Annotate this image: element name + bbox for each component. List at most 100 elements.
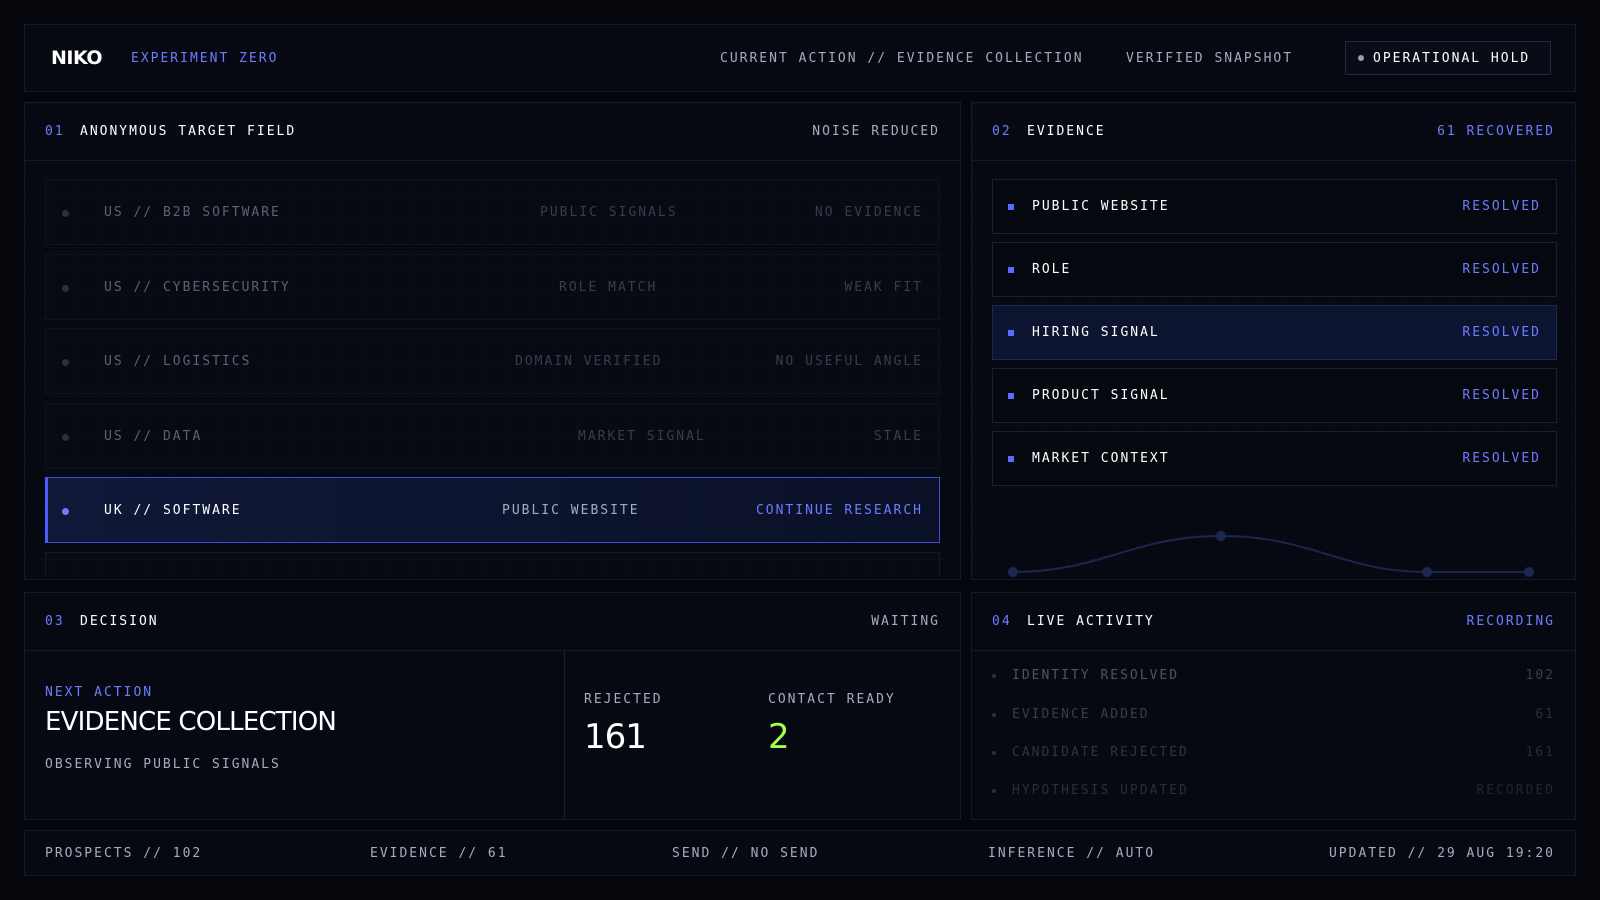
evidence-label: MARKET CONTEXT xyxy=(1032,451,1170,466)
next-action-value: EVIDENCE COLLECTION xyxy=(45,707,337,737)
activity-item: HYPOTHESIS UPDATED RECORDED xyxy=(992,782,1555,802)
panel-header: 03 DECISION WAITING xyxy=(25,593,960,651)
rejected-count: 161 xyxy=(584,717,647,757)
panel-number: 03 xyxy=(45,614,65,629)
continue-research-link[interactable]: CONTINUE RESEARCH xyxy=(756,503,923,518)
panel-status: NOISE REDUCED xyxy=(812,124,940,139)
next-action-label: NEXT ACTION xyxy=(45,685,154,700)
evidence-status: RESOLVED xyxy=(1462,388,1541,403)
square-bullet-icon xyxy=(1008,204,1014,210)
target-name: US // CYBERSECURITY xyxy=(104,280,291,295)
panel-status: RECORDING xyxy=(1466,614,1555,629)
experiment-name: EXPERIMENT ZERO xyxy=(131,51,279,66)
activity-value: RECORDED xyxy=(1476,783,1555,798)
panel-number: 01 xyxy=(45,124,65,139)
evidence-label: ROLE xyxy=(1032,262,1072,277)
activity-label: HYPOTHESIS UPDATED xyxy=(1012,783,1189,798)
contact-ready-count: 2 xyxy=(768,717,790,757)
next-action-subtitle: OBSERVING PUBLIC SIGNALS xyxy=(45,757,281,772)
target-name: US // DATA xyxy=(104,429,203,444)
panel-title: DECISION xyxy=(80,614,159,629)
row-dot-icon xyxy=(62,285,69,292)
target-name: US // LOGISTICS xyxy=(104,354,252,369)
operational-hold-label: OPERATIONAL HOLD xyxy=(1373,50,1531,66)
activity-value: 161 xyxy=(1525,745,1555,760)
panel-title: LIVE ACTIVITY xyxy=(1027,614,1155,629)
activity-value: 61 xyxy=(1535,707,1555,722)
target-row[interactable]: US // CYBERSECURITY ROLE MATCH WEAK FIT xyxy=(45,254,940,320)
row-dot-icon xyxy=(62,508,69,515)
evidence-item-highlighted[interactable]: HIRING SIGNAL RESOLVED xyxy=(992,305,1557,360)
target-signal: PUBLIC SIGNALS xyxy=(540,205,678,220)
panel-title: EVIDENCE xyxy=(1027,124,1106,139)
row-dot-icon xyxy=(62,210,69,217)
evidence-status: RESOLVED xyxy=(1462,199,1541,214)
target-result: NO USEFUL ANGLE xyxy=(775,354,923,369)
activity-item: CANDIDATE REJECTED 161 xyxy=(992,744,1555,764)
trend-point xyxy=(1008,567,1018,577)
trend-point xyxy=(1422,567,1432,577)
footer-updated: UPDATED // 29 AUG 19:20 xyxy=(1328,846,1555,861)
target-row[interactable]: US // LOGISTICS DOMAIN VERIFIED NO USEFU… xyxy=(45,328,940,394)
target-result: WEAK FIT xyxy=(844,280,923,295)
activity-dot-icon xyxy=(992,751,996,755)
target-result: NO EVIDENCE xyxy=(814,205,923,220)
square-bullet-icon xyxy=(1008,330,1014,336)
target-row[interactable]: US // DATA MARKET SIGNAL STALE xyxy=(45,403,940,469)
square-bullet-icon xyxy=(1008,393,1014,399)
evidence-status: RESOLVED xyxy=(1462,451,1541,466)
target-name: UK // SOFTWARE xyxy=(104,503,242,518)
footer-inference: INFERENCE // AUTO xyxy=(988,846,1156,861)
top-bar: NIKO EXPERIMENT ZERO CURRENT ACTION // E… xyxy=(24,24,1576,92)
activity-item: IDENTITY RESOLVED 102 xyxy=(992,667,1555,687)
row-dot-icon xyxy=(62,359,69,366)
target-result: STALE xyxy=(873,429,923,444)
evidence-item[interactable]: PUBLIC WEBSITE RESOLVED xyxy=(992,179,1557,234)
activity-value: 102 xyxy=(1525,668,1555,683)
evidence-panel: 02 EVIDENCE 61 RECOVERED PUBLIC WEBSITE … xyxy=(971,102,1576,580)
activity-dot-icon xyxy=(992,713,996,717)
target-name: US // B2B SOFTWARE xyxy=(104,205,281,220)
panel-header: 01 ANONYMOUS TARGET FIELD NOISE REDUCED xyxy=(25,103,960,161)
evidence-trend-curve xyxy=(1008,531,1534,577)
verified-snapshot: VERIFIED SNAPSHOT xyxy=(1126,51,1294,66)
panel-status: WAITING xyxy=(871,614,940,629)
square-bullet-icon xyxy=(1008,267,1014,273)
evidence-label: HIRING SIGNAL xyxy=(1032,325,1160,340)
rejected-label: REJECTED xyxy=(584,692,663,707)
status-dot-icon xyxy=(1358,55,1364,61)
operational-hold-button[interactable]: OPERATIONAL HOLD xyxy=(1345,41,1551,75)
panel-header: 02 EVIDENCE 61 RECOVERED xyxy=(972,103,1575,161)
evidence-item[interactable]: MARKET CONTEXT RESOLVED xyxy=(992,431,1557,486)
current-action: CURRENT ACTION // EVIDENCE COLLECTION xyxy=(720,51,1084,66)
activity-label: EVIDENCE ADDED xyxy=(1012,707,1150,722)
trend-point xyxy=(1216,531,1226,541)
contact-ready-label: CONTACT READY xyxy=(768,692,896,707)
decision-panel: 03 DECISION WAITING NEXT ACTION EVIDENCE… xyxy=(24,592,961,820)
row-dot-icon xyxy=(62,434,69,441)
footer-send: SEND // NO SEND xyxy=(672,846,820,861)
activity-dot-icon xyxy=(992,789,996,793)
panel-header: 04 LIVE ACTIVITY RECORDING xyxy=(972,593,1575,651)
target-row[interactable]: US // B2B SOFTWARE PUBLIC SIGNALS NO EVI… xyxy=(45,179,940,245)
trend-point xyxy=(1524,567,1534,577)
evidence-label: PRODUCT SIGNAL xyxy=(1032,388,1170,403)
activity-dot-icon xyxy=(992,674,996,678)
panel-status: 61 RECOVERED xyxy=(1437,124,1555,139)
target-field-panel: 01 ANONYMOUS TARGET FIELD NOISE REDUCED … xyxy=(24,102,961,580)
footer-bar: PROSPECTS // 102 EVIDENCE // 61 SEND // … xyxy=(24,830,1576,876)
panel-number: 04 xyxy=(992,614,1012,629)
activity-label: CANDIDATE REJECTED xyxy=(1012,745,1189,760)
divider xyxy=(564,651,565,819)
evidence-status: RESOLVED xyxy=(1462,262,1541,277)
evidence-item[interactable]: PRODUCT SIGNAL RESOLVED xyxy=(992,368,1557,423)
target-row-partial xyxy=(45,552,940,576)
activity-label: IDENTITY RESOLVED xyxy=(1012,668,1180,683)
target-row-selected[interactable]: UK // SOFTWARE PUBLIC WEBSITE CONTINUE R… xyxy=(45,477,940,543)
panel-title: ANONYMOUS TARGET FIELD xyxy=(80,124,297,139)
footer-evidence: EVIDENCE // 61 xyxy=(370,846,508,861)
evidence-label: PUBLIC WEBSITE xyxy=(1032,199,1170,214)
evidence-item[interactable]: ROLE RESOLVED xyxy=(992,242,1557,297)
target-signal: DOMAIN VERIFIED xyxy=(515,354,663,369)
logo: NIKO xyxy=(51,47,103,69)
